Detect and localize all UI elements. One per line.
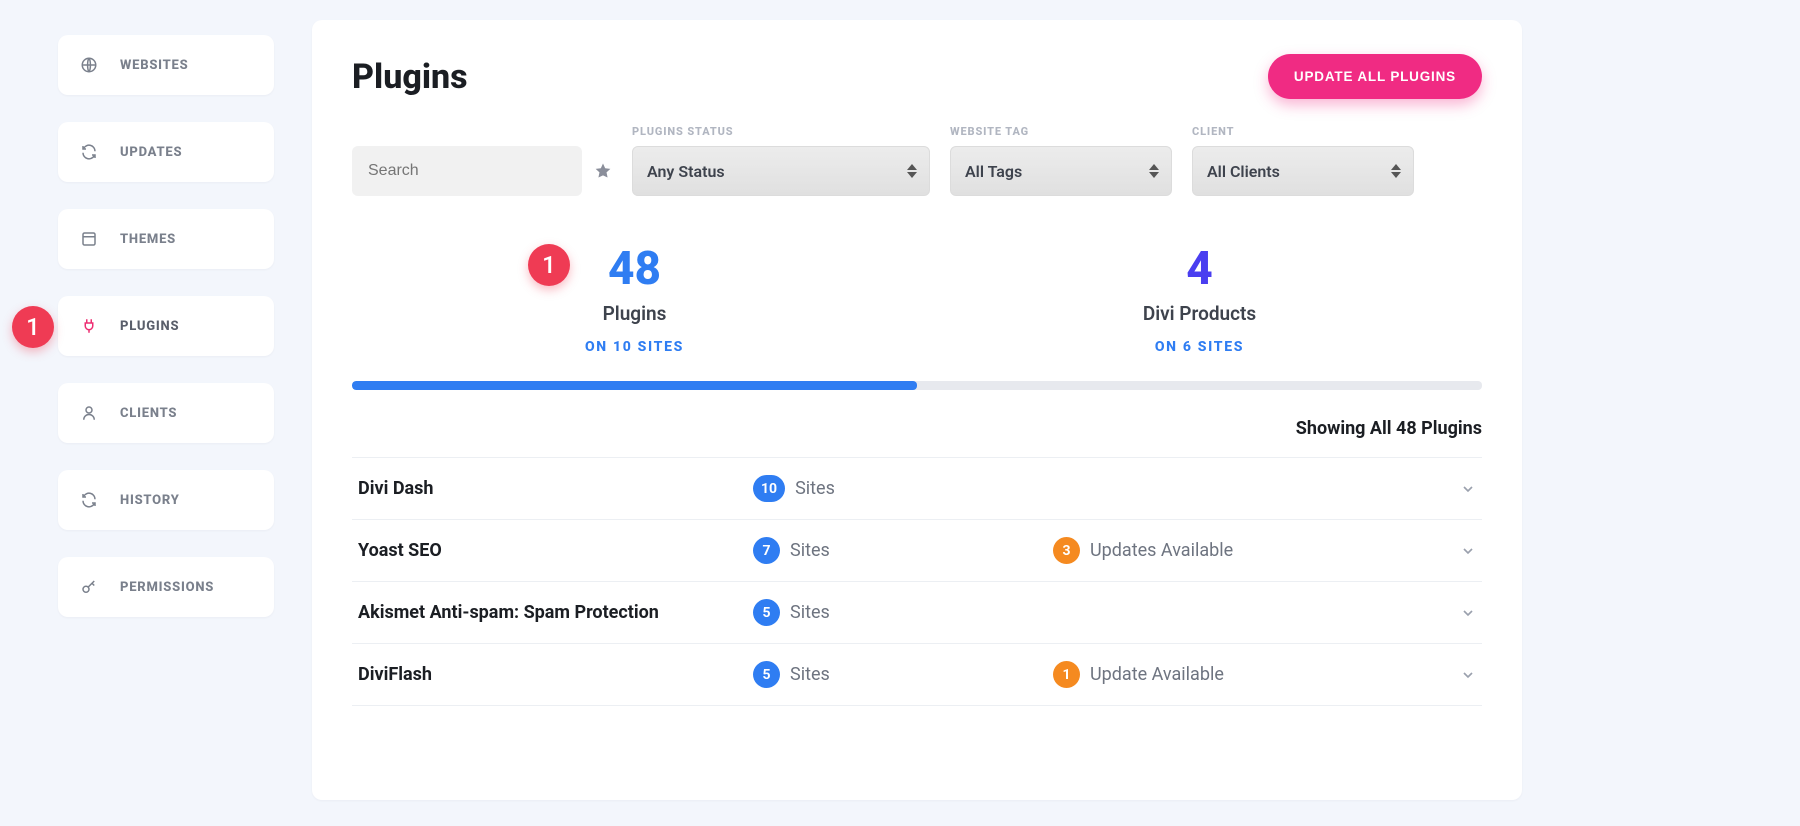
plug-icon <box>80 317 98 335</box>
chevron-down-icon <box>1460 667 1476 683</box>
refresh-icon <box>80 143 98 161</box>
plugins-status-select[interactable]: Any Status <box>632 146 930 196</box>
sidebar-item-label: CLIENTS <box>120 406 177 421</box>
sidebar-item-label: UPDATES <box>120 145 182 160</box>
globe-icon <box>80 56 98 74</box>
select-value: All Tags <box>965 162 1022 181</box>
plugin-sites: 10 Sites <box>753 475 1053 502</box>
sites-badge: 5 <box>753 661 780 688</box>
sidebar: WEBSITES UPDATES THEMES PLUGINS CLIENTS … <box>58 35 274 617</box>
select-value: All Clients <box>1207 162 1280 181</box>
chevron-down-icon <box>1460 605 1476 621</box>
updates-badge: 1 <box>1053 661 1080 688</box>
stat-plugins[interactable]: 1 48 Plugins ON 10 SITES <box>352 242 917 355</box>
stat-label: Divi Products <box>917 302 1482 325</box>
sidebar-item-updates[interactable]: UPDATES <box>58 122 274 182</box>
sidebar-item-websites[interactable]: WEBSITES <box>58 35 274 95</box>
select-caret-icon <box>1391 164 1401 178</box>
sites-label: Sites <box>790 664 830 685</box>
client-select[interactable]: All Clients <box>1192 146 1414 196</box>
chevron-down-icon <box>1460 481 1476 497</box>
sidebar-item-clients[interactable]: CLIENTS <box>58 383 274 443</box>
filter-label-tag: WEBSITE TAG <box>950 125 1172 138</box>
updates-label: Update Available <box>1090 664 1224 685</box>
plugin-list: Divi Dash10 Sites Yoast SEO7 Sites 3 Updates … <box>352 457 1482 706</box>
sites-label: Sites <box>790 602 830 623</box>
filters-row: PLUGINS STATUS Any Status WEBSITE TAG Al… <box>352 125 1482 196</box>
sidebar-item-themes[interactable]: THEMES <box>58 209 274 269</box>
step-badge: 1 <box>528 244 570 286</box>
refresh-icon <box>80 491 98 509</box>
star-icon[interactable] <box>594 162 612 180</box>
plugin-row[interactable]: Akismet Anti-spam: Spam Protection5 Sites <box>352 582 1482 644</box>
plugin-updates: 3 Updates Available <box>1053 537 1460 564</box>
sidebar-item-label: PERMISSIONS <box>120 580 214 595</box>
stat-value: 4 <box>917 242 1482 296</box>
stat-subtext: ON 10 SITES <box>352 339 917 355</box>
sidebar-item-history[interactable]: HISTORY <box>58 470 274 530</box>
page-title: Plugins <box>352 57 468 97</box>
plugin-row[interactable]: Yoast SEO7 Sites 3 Updates Available <box>352 520 1482 582</box>
sites-badge: 5 <box>753 599 780 626</box>
sites-label: Sites <box>790 540 830 561</box>
sidebar-item-label: THEMES <box>120 232 176 247</box>
plugin-row[interactable]: DiviFlash5 Sites 1 Update Available <box>352 644 1482 706</box>
website-tag-select[interactable]: All Tags <box>950 146 1172 196</box>
stats-row: 1 48 Plugins ON 10 SITES 4 Divi Products… <box>352 242 1482 355</box>
sidebar-item-label: WEBSITES <box>120 58 188 73</box>
progress-bar <box>352 381 1482 390</box>
stat-divi-products[interactable]: 4 Divi Products ON 6 SITES <box>917 242 1482 355</box>
stat-subtext: ON 6 SITES <box>917 339 1482 355</box>
select-caret-icon <box>1149 164 1159 178</box>
key-icon <box>80 578 98 596</box>
chevron-down-icon <box>1460 543 1476 559</box>
sites-label: Sites <box>795 478 835 499</box>
sidebar-item-label: PLUGINS <box>120 319 179 334</box>
plugin-updates: 1 Update Available <box>1053 661 1460 688</box>
step-badge: 1 <box>12 306 54 348</box>
plugin-sites: 5 Sites <box>753 661 1053 688</box>
plugin-name: Yoast SEO <box>358 540 753 561</box>
update-all-plugins-button[interactable]: UPDATE ALL PLUGINS <box>1268 54 1482 99</box>
progress-fill <box>352 381 917 390</box>
plugin-sites: 5 Sites <box>753 599 1053 626</box>
layout-icon <box>80 230 98 248</box>
stat-value: 48 <box>352 242 917 296</box>
updates-label: Updates Available <box>1090 540 1233 561</box>
user-icon <box>80 404 98 422</box>
sidebar-item-plugins[interactable]: PLUGINS <box>58 296 274 356</box>
plugin-name: Divi Dash <box>358 478 753 499</box>
filter-label-client: CLIENT <box>1192 125 1414 138</box>
main-panel: Plugins UPDATE ALL PLUGINS PLUGINS STATU… <box>312 20 1522 800</box>
sites-badge: 10 <box>753 475 785 502</box>
stat-label: Plugins <box>352 302 917 325</box>
results-summary: Showing All 48 Plugins <box>352 418 1482 439</box>
sidebar-item-permissions[interactable]: PERMISSIONS <box>58 557 274 617</box>
plugin-row[interactable]: Divi Dash10 Sites <box>352 458 1482 520</box>
updates-badge: 3 <box>1053 537 1080 564</box>
select-value: Any Status <box>647 162 725 181</box>
sites-badge: 7 <box>753 537 780 564</box>
search-input[interactable] <box>352 146 582 196</box>
plugin-name: DiviFlash <box>358 664 753 685</box>
plugin-sites: 7 Sites <box>753 537 1053 564</box>
sidebar-item-label: HISTORY <box>120 493 180 508</box>
plugin-name: Akismet Anti-spam: Spam Protection <box>358 602 753 623</box>
filter-label-status: PLUGINS STATUS <box>632 125 930 138</box>
select-caret-icon <box>907 164 917 178</box>
